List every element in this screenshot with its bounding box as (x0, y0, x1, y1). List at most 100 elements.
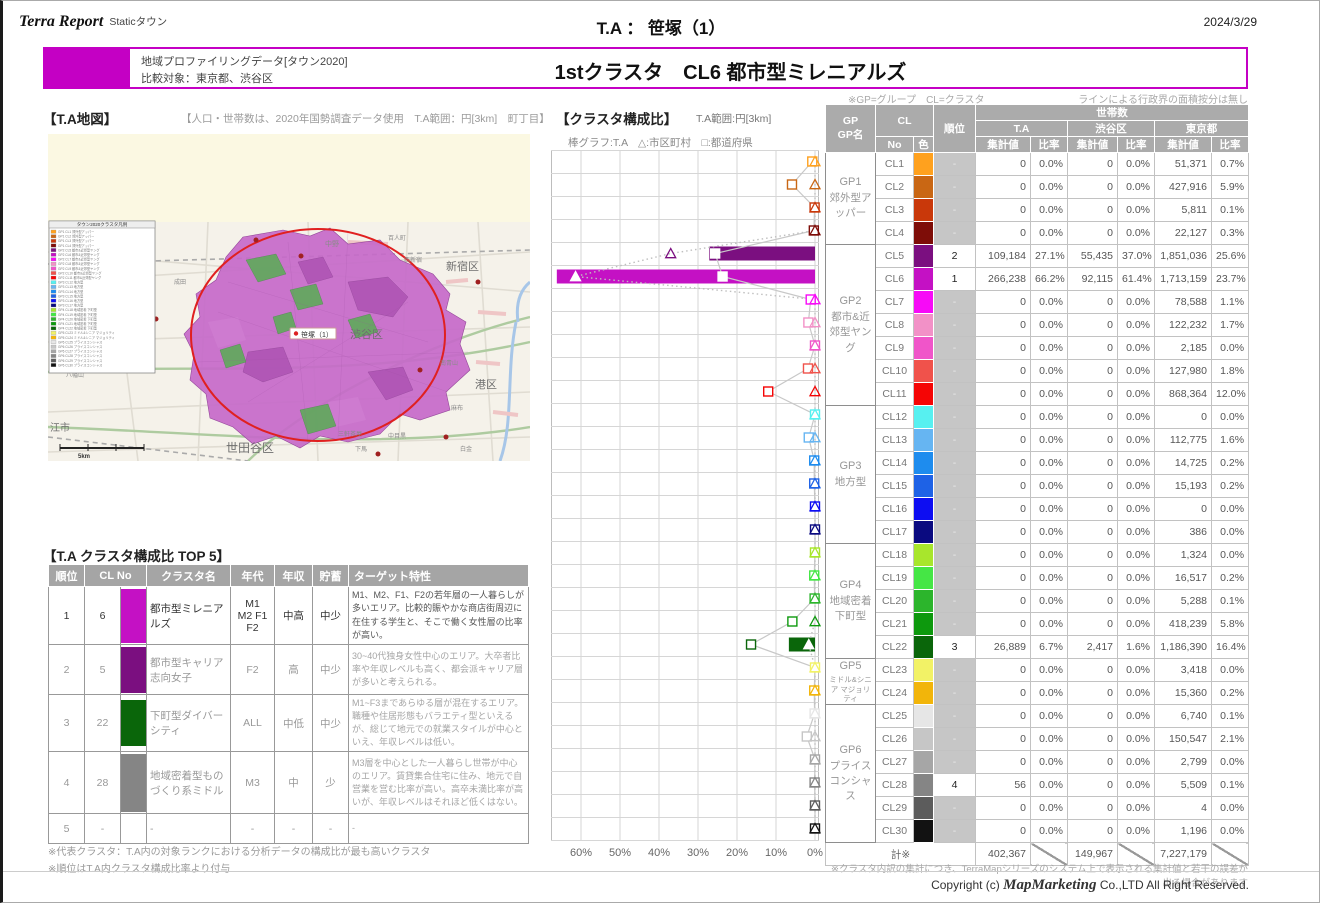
rank-cell: - (934, 521, 976, 544)
value-cell: 0 (1068, 797, 1118, 820)
value-cell: 0.0% (1031, 383, 1068, 406)
tr: GPGP名CL順位世帯数 (826, 105, 1249, 121)
target-desc-cell: M3層を中心とした一人暮らし世帯が中心のエリア。賃貸集合住宅に住み、地元で自営業… (349, 752, 529, 814)
rank-cell: 3 (934, 636, 976, 659)
profile-data-label: 地域プロファイリングデータ[タウン2020] (141, 53, 348, 69)
value-cell: 1.6% (1212, 429, 1249, 452)
savings-cell: 少 (313, 752, 349, 814)
value-cell: 0 (1068, 567, 1118, 590)
cluster-row: CL26-00.0%00.0%150,5472.1% (826, 728, 1249, 751)
value-cell: 0.0% (1118, 452, 1155, 475)
tbody: GP1郊外型アッパーCL1-00.0%00.0%51,3710.7%CL2-00… (826, 153, 1249, 866)
value-cell: 26,889 (976, 636, 1031, 659)
cluster-row: CL17-00.0%00.0%3860.0% (826, 521, 1249, 544)
cl-color-cell (914, 268, 934, 291)
cl-no-cell: CL26 (876, 728, 914, 751)
rank-cell: - (934, 337, 976, 360)
value-cell: 2,185 (1155, 337, 1212, 360)
rank-cell: - (934, 820, 976, 843)
cl-no-cell: CL11 (876, 383, 914, 406)
rank-cell: - (934, 383, 976, 406)
gp-name-cell: GP4地域密着 下町型 (826, 544, 876, 659)
rank-cell: - (934, 659, 976, 682)
gp-label: プライスコンシャス (828, 759, 873, 805)
place-label: 成田 (174, 278, 186, 286)
value-cell: 0.1% (1212, 774, 1249, 797)
gp-label: 郊外型アッパー (828, 191, 873, 221)
cluster-row: CL61266,23866.2%92,11561.4%1,713,15923.7… (826, 268, 1249, 291)
legend-chip (51, 253, 56, 256)
value-cell: 6,740 (1155, 705, 1212, 728)
value-cell: 12.0% (1212, 383, 1249, 406)
value-cell: 0.0% (1118, 728, 1155, 751)
value-cell: 92,115 (1068, 268, 1118, 291)
legend-chip (51, 276, 56, 279)
gp-label: ミドル&シニア マジョリティ (828, 675, 873, 704)
cl-color-cell (914, 452, 934, 475)
cluster-row: CL27-00.0%00.0%2,7990.0% (826, 751, 1249, 774)
tbody: 16都市型ミレニアルズM1 M2 F1 F2中高中少M1、M2、F1、F2の若年… (49, 587, 529, 844)
value-cell: 0.0% (1118, 291, 1155, 314)
cl-no-cell: CL1 (876, 153, 914, 176)
rank-cell: - (934, 797, 976, 820)
footer-brand: MapMarketing (1003, 877, 1096, 893)
value-cell: 15,360 (1155, 682, 1212, 705)
value-cell: 66.2% (1031, 268, 1068, 291)
gp-name-cell: GP5ミドル&シニア マジョリティ (826, 659, 876, 705)
value-cell: 0 (976, 751, 1031, 774)
value-cell: 0 (1068, 153, 1118, 176)
cluster-row: CL21-00.0%00.0%418,2395.8% (826, 613, 1249, 636)
rank-header: 順位 (934, 105, 976, 153)
color-header: 色 (914, 137, 934, 153)
cl-no-cell: 6 (85, 587, 121, 645)
rank-cell: - (934, 751, 976, 774)
value-cell: 0 (1068, 337, 1118, 360)
legend-entry: GP1 CL1 郊外型アッパー (58, 229, 94, 234)
val-header: 集計値 (976, 137, 1031, 153)
value-cell: 0 (976, 498, 1031, 521)
value-cell: 0.0% (1031, 475, 1068, 498)
value-cell: 25.6% (1212, 245, 1249, 268)
station-dot (299, 254, 304, 259)
value-cell: 16,517 (1155, 567, 1212, 590)
cl-color-cell (914, 636, 934, 659)
value-cell: 0 (976, 659, 1031, 682)
value-cell: 0.0% (1031, 314, 1068, 337)
cl-color-cell (914, 245, 934, 268)
value-cell: 0.0% (1031, 153, 1068, 176)
chart-legend: 棒グラフ:T.A △:市区町村 □:都道府県 (568, 135, 753, 150)
shibuya-header: 渋谷区 (1068, 121, 1155, 137)
chart-plot (551, 150, 820, 841)
value-cell: 418,239 (1155, 613, 1212, 636)
value-cell: 0 (1068, 314, 1118, 337)
legend-entry: GP6 CL27 プライスコンシャス (58, 349, 102, 354)
legend-entry: GP6 CL30 プライスコンシャス (58, 362, 102, 367)
legend-chip (51, 248, 56, 251)
value-cell: 0 (976, 291, 1031, 314)
cluster-row: GP6プライスコンシャスCL25-00.0%00.0%6,7400.1% (826, 705, 1249, 728)
gp-id: GP3 (828, 459, 873, 475)
value-cell: 0.2% (1212, 567, 1249, 590)
value-cell: 0 (976, 176, 1031, 199)
rank-cell: - (934, 475, 976, 498)
value-cell: 0.0% (1118, 613, 1155, 636)
x-tick-label: 40% (648, 847, 670, 859)
value-cell: 1,324 (1155, 544, 1212, 567)
value-cell: 0.0% (1031, 705, 1068, 728)
value-cell: 0.0% (1118, 383, 1155, 406)
value-cell: 0.0% (1118, 820, 1155, 843)
map-legend: タウン2020クラスタ凡例GP1 CL1 郊外型アッパーGP1 CL2 郊外型ア… (49, 221, 155, 373)
value-cell: 0.0% (1212, 544, 1249, 567)
value-cell: 0 (1068, 728, 1118, 751)
value-cell: 0 (976, 153, 1031, 176)
ta-bar (557, 270, 815, 284)
rank-cell: - (934, 314, 976, 337)
cl-no-cell: CL17 (876, 521, 914, 544)
top5-table: 順位CL Noクラスタ名年代年収貯蓄ターゲット特性16都市型ミレニアルズM1 M… (48, 564, 529, 844)
cluster-row: CL11-00.0%00.0%868,36412.0% (826, 383, 1249, 406)
cluster-name-cell: 都市型キャリア志向女子 (147, 645, 231, 695)
place-label: 下馬 (355, 446, 367, 453)
rank-cell: - (934, 567, 976, 590)
top5-column-header: 貯蓄 (313, 565, 349, 587)
value-cell: 5,811 (1155, 199, 1212, 222)
